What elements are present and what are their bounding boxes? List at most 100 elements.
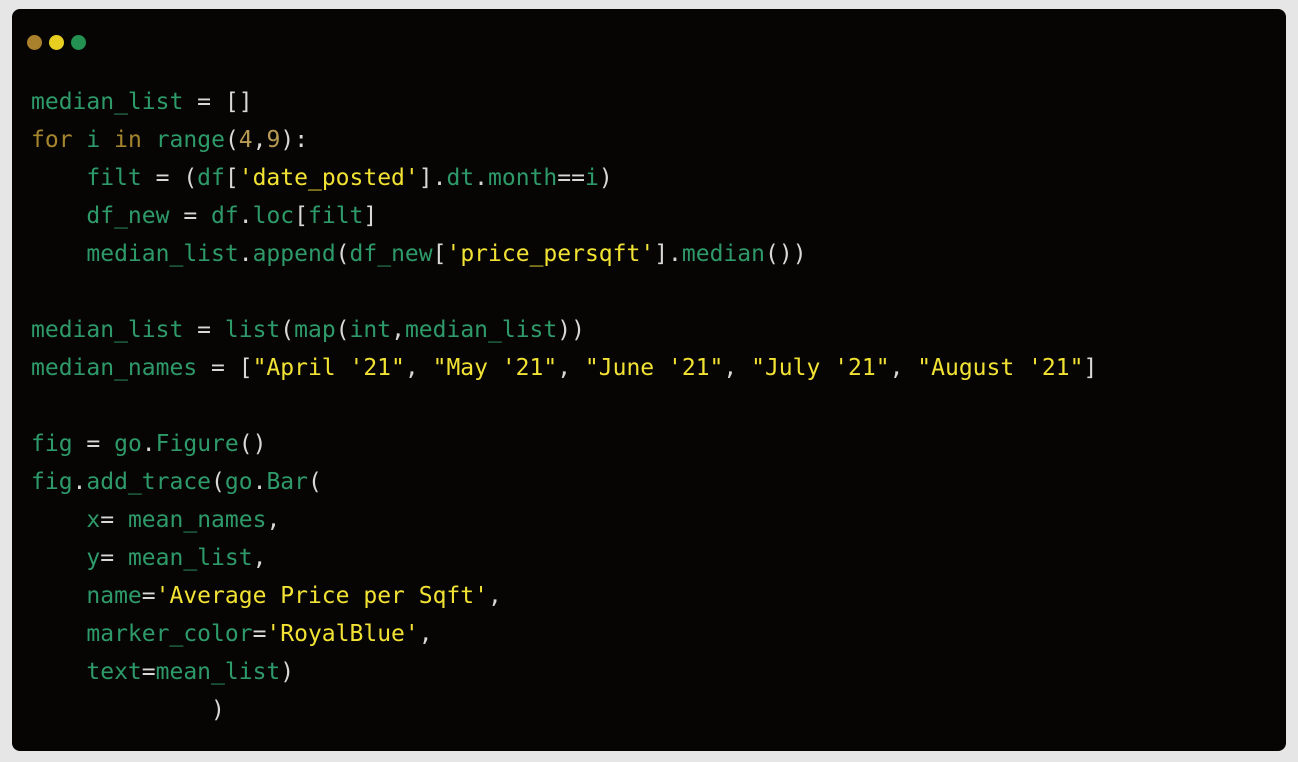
code-punctuation: .	[72, 469, 87, 495]
code-punctuation	[31, 621, 86, 647]
code-line: fig = go.Figure()	[31, 425, 1097, 463]
code-punctuation: ())	[765, 241, 807, 267]
code-punctuation: ,	[487, 583, 502, 609]
code-string: 'Average Price per Sqft'	[155, 583, 488, 609]
code-identifier: Figure	[155, 431, 239, 457]
code-identifier: dt	[446, 165, 475, 191]
code-identifier: marker_color	[86, 621, 253, 647]
code-line: y= mean_list,	[31, 539, 1097, 577]
code-punctuation: ,	[418, 621, 433, 647]
minimize-dot-icon[interactable]	[49, 35, 64, 50]
code-line: marker_color='RoyalBlue',	[31, 615, 1097, 653]
code-identifier: text	[86, 659, 142, 685]
code-identifier: x	[86, 507, 101, 533]
code-identifier: filt	[308, 203, 364, 229]
code-identifier: median_list	[404, 317, 558, 343]
code-punctuation: = [	[197, 355, 253, 381]
code-punctuation: ].	[418, 165, 447, 191]
code-punctuation: .	[474, 165, 489, 191]
code-identifier: add_trace	[86, 469, 212, 495]
code-identifier: append	[252, 241, 336, 267]
code-punctuation: (	[211, 469, 225, 495]
code-number: 4	[238, 127, 253, 153]
close-dot-icon[interactable]	[27, 35, 42, 50]
code-identifier: y	[86, 545, 101, 571]
code-line: fig.add_trace(go.Bar(	[31, 463, 1097, 501]
code-window: median_list = [] for i in range(4,9): fil…	[12, 9, 1286, 751]
code-line: df_new = df.loc[filt]	[31, 197, 1097, 235]
code-punctuation	[31, 203, 86, 229]
code-string: "April '21"	[252, 355, 405, 381]
code-identifier: median_list	[31, 317, 184, 343]
code-punctuation	[31, 659, 86, 685]
code-string: 'date_posted'	[238, 165, 419, 191]
maximize-dot-icon[interactable]	[71, 35, 86, 50]
code-string: "July '21"	[751, 355, 890, 381]
code-identifier: mean_names	[127, 507, 267, 533]
code-punctuation: ,	[252, 545, 267, 571]
code-punctuation: ,	[266, 507, 281, 533]
code-punctuation: .	[252, 469, 267, 495]
code-punctuation: ,	[723, 355, 752, 381]
code-line: median_names = ["April '21", "May '21", …	[31, 349, 1097, 387]
code-punctuation: .	[238, 241, 253, 267]
code-string: 'price_persqft'	[446, 241, 655, 267]
code-identifier: df	[211, 203, 239, 229]
code-identifier: median_names	[31, 355, 198, 381]
code-string: 'RoyalBlue'	[266, 621, 419, 647]
code-punctuation: =	[141, 659, 156, 685]
code-identifier: range	[155, 127, 225, 153]
code-identifier: i	[584, 165, 599, 191]
code-punctuation: ,	[391, 317, 405, 343]
code-punctuation: (	[335, 241, 350, 267]
code-punctuation: ))	[557, 317, 585, 343]
code-identifier: Bar	[266, 469, 308, 495]
code-line: x= mean_names,	[31, 501, 1097, 539]
code-identifier: int	[349, 317, 392, 343]
code-identifier: mean_list	[127, 545, 253, 571]
code-punctuation	[31, 545, 86, 571]
code-punctuation	[31, 507, 86, 533]
code-punctuation: [	[224, 165, 239, 191]
code-identifier: filt	[86, 165, 142, 191]
code-string: "June '21"	[584, 355, 724, 381]
code-punctuation: [	[294, 203, 308, 229]
code-identifier: name	[86, 583, 142, 609]
code-punctuation: [	[432, 241, 447, 267]
code-identifier: df_new	[349, 241, 433, 267]
code-punctuation: (	[224, 127, 239, 153]
code-line: )	[31, 691, 1097, 729]
code-string: "May '21"	[432, 355, 558, 381]
code-block: median_list = [] for i in range(4,9): fil…	[31, 83, 1097, 729]
code-line: median_list = []	[31, 83, 1097, 121]
code-keyword: in	[114, 127, 142, 153]
code-punctuation: = []	[183, 89, 253, 115]
code-punctuation: =	[141, 583, 156, 609]
code-identifier: loc	[252, 203, 295, 229]
code-identifier: go	[224, 469, 253, 495]
code-punctuation: .	[238, 203, 253, 229]
code-line: text=mean_list)	[31, 653, 1097, 691]
code-identifier: map	[294, 317, 336, 343]
code-string: "August '21"	[917, 355, 1084, 381]
code-punctuation: ()	[238, 431, 267, 457]
code-identifier: df_new	[86, 203, 170, 229]
code-identifier: median	[681, 241, 765, 267]
code-line: median_list = list(map(int,median_list))	[31, 311, 1097, 349]
code-punctuation: )	[598, 165, 613, 191]
code-identifier: median_list	[86, 241, 239, 267]
code-punctuation: = (	[141, 165, 198, 191]
code-punctuation: ,	[889, 355, 918, 381]
code-punctuation: )	[280, 659, 295, 685]
code-identifier: fig	[31, 469, 73, 495]
code-punctuation: =	[72, 431, 115, 457]
code-identifier: month	[488, 165, 558, 191]
code-punctuation: ):	[280, 127, 309, 153]
code-punctuation: ,	[404, 355, 433, 381]
code-punctuation: (	[280, 317, 295, 343]
code-identifier: go	[114, 431, 142, 457]
code-identifier: median_list	[31, 89, 184, 115]
code-punctuation: =	[100, 545, 128, 571]
code-line: name='Average Price per Sqft',	[31, 577, 1097, 615]
